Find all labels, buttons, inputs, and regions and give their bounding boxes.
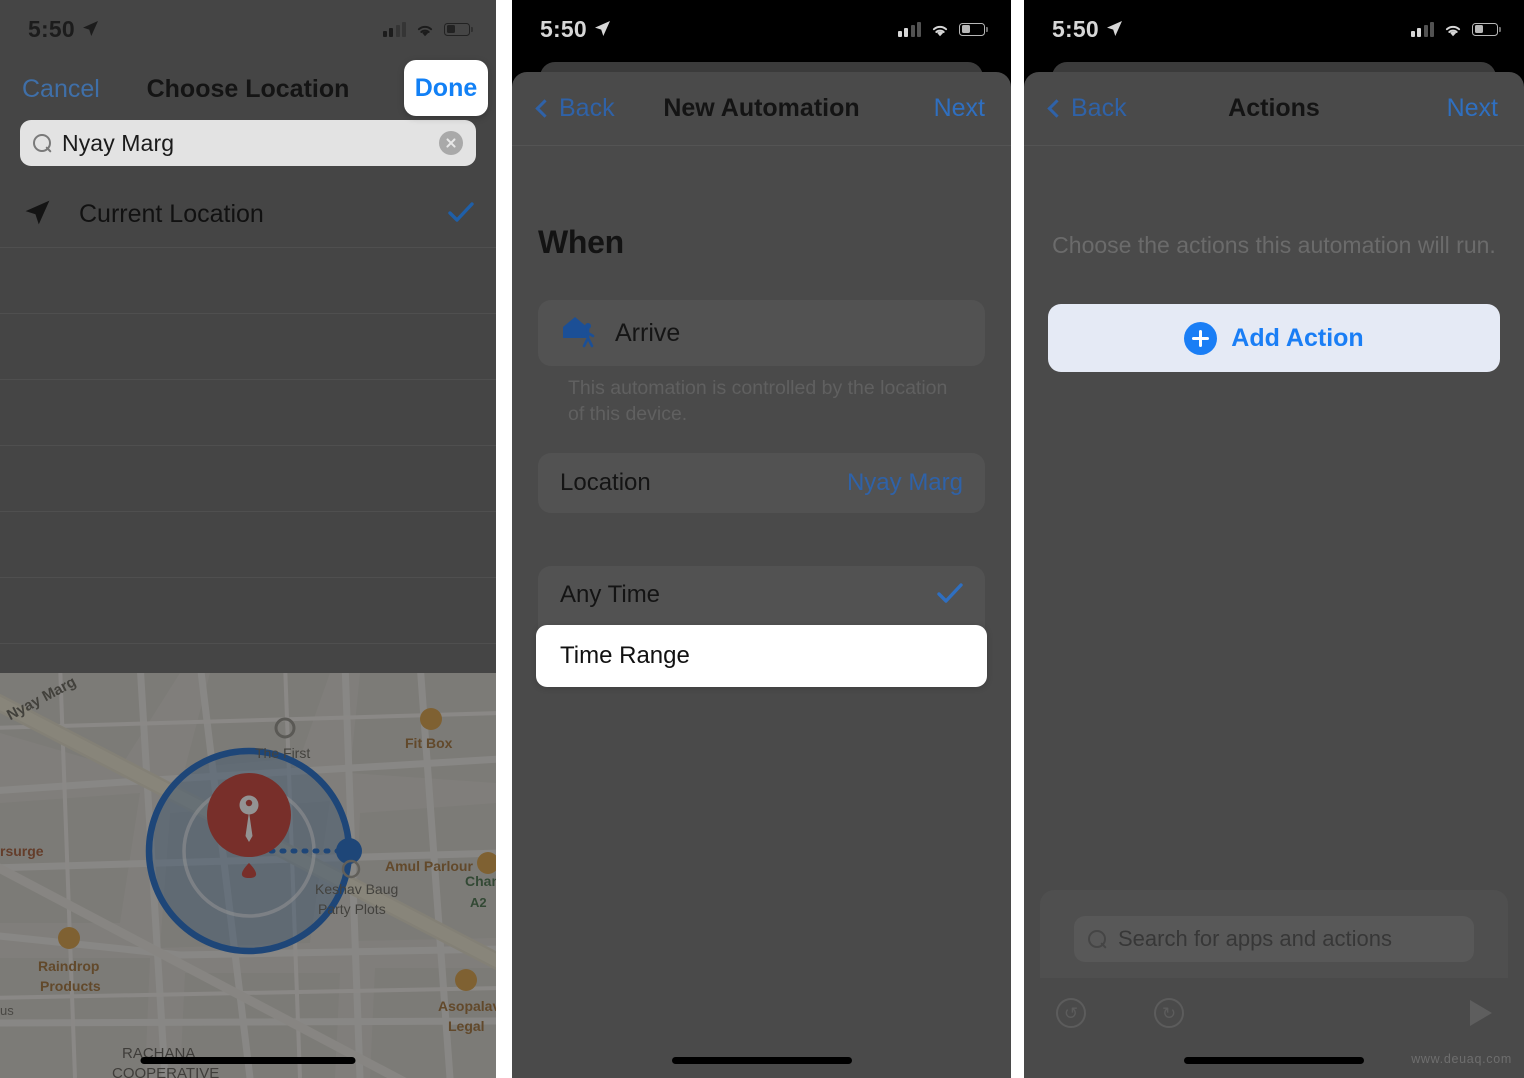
search-input[interactable]: Nyay Marg [20, 120, 476, 166]
wifi-icon [930, 22, 950, 37]
location-row[interactable]: Location Nyay Marg [538, 453, 985, 513]
home-indicator[interactable] [671, 1057, 852, 1064]
editor-toolbar: ↺ ↻ [1040, 982, 1508, 1044]
status-time: 5:50 [540, 15, 587, 42]
next-button[interactable]: Next [1447, 94, 1498, 123]
new-automation-navbar: Back New Automation Next [512, 72, 1011, 146]
list-item[interactable] [0, 578, 496, 644]
list-item[interactable] [0, 512, 496, 578]
done-button[interactable]: Done [415, 74, 478, 103]
location-row-value: Nyay Marg [846, 469, 963, 496]
clear-text-icon[interactable] [439, 131, 463, 155]
status-time: 5:50 [1052, 15, 1099, 42]
chevron-left-icon [1047, 99, 1066, 118]
status-bar: 5:50 [0, 0, 496, 58]
search-input[interactable]: Search for apps and actions [1074, 916, 1474, 962]
undo-icon[interactable]: ↺ [1056, 998, 1086, 1028]
status-bar-time-group: 5:50 [28, 16, 99, 43]
list-item-label: Current Location [79, 200, 264, 228]
house-arrive-icon [560, 313, 598, 354]
option-label: Time Range [560, 642, 690, 669]
checkmark-icon [448, 201, 474, 228]
search-input-value: Nyay Marg [62, 129, 175, 156]
option-time-range-spotlight[interactable]: Time Range [536, 625, 987, 687]
site-watermark: www.deuaq.com [1411, 1052, 1512, 1066]
wifi-icon [1443, 22, 1463, 37]
next-button[interactable]: Next [934, 94, 985, 123]
automation-sheet: Back New Automation Next When Arrive Thi… [512, 72, 1011, 1078]
screenshot-stage: 5:50 Cancel Choose Location Done Nyay Ma [0, 0, 1524, 1078]
panel-new-automation: 5:50 Back New Automation Next When Arriv… [512, 0, 1011, 1078]
cellular-signal-icon [382, 21, 406, 37]
actions-bottom-panel: Search for apps and actions ↺ ↻ [1024, 882, 1524, 1078]
home-indicator[interactable] [1184, 1057, 1364, 1064]
wifi-icon [415, 22, 435, 37]
actions-navbar: Back Actions Next [1024, 72, 1524, 146]
status-bar-indicators [382, 21, 473, 37]
status-bar: 5:50 [512, 0, 1011, 58]
search-icon [1088, 929, 1107, 949]
battery-icon [959, 22, 988, 36]
location-arrow-icon [24, 199, 51, 231]
home-indicator[interactable] [140, 1057, 356, 1064]
back-button-label: Back [1071, 94, 1127, 122]
play-icon[interactable] [1470, 1000, 1492, 1026]
undo-glyph: ↺ [1063, 1003, 1079, 1023]
option-label: Any Time [560, 581, 661, 608]
checkmark-icon [937, 582, 963, 609]
location-arrow-icon [594, 16, 611, 43]
status-time: 5:50 [28, 15, 75, 42]
add-action-label: Add Action [1231, 323, 1364, 352]
list-item[interactable] [0, 314, 496, 380]
list-item[interactable] [0, 248, 496, 314]
option-any-time[interactable]: Any Time [538, 566, 985, 624]
location-row-label: Location [560, 469, 651, 496]
cellular-signal-icon [897, 21, 921, 37]
back-button[interactable]: Back [535, 94, 615, 123]
search-icon [33, 133, 52, 153]
actions-subtitle: Choose the actions this automation will … [1052, 232, 1496, 258]
list-item-current-location[interactable]: Current Location [0, 182, 496, 248]
battery-icon [1472, 22, 1501, 36]
battery-icon [444, 22, 473, 36]
search-card: Search for apps and actions [1040, 890, 1508, 978]
location-arrow-icon [82, 16, 99, 43]
search-placeholder: Search for apps and actions [1118, 926, 1392, 951]
back-button[interactable]: Back [1047, 94, 1127, 123]
redo-glyph: ↻ [1161, 1003, 1177, 1023]
location-results-list: Current Location [0, 182, 496, 710]
back-button-label: Back [559, 94, 615, 122]
panel-actions: 5:50 Back Actions Next Choose the action… [1024, 0, 1524, 1078]
status-bar-indicators [1410, 21, 1501, 37]
plus-circle-icon [1184, 321, 1218, 355]
panel-choose-location: 5:50 Cancel Choose Location Done Nyay Ma [0, 0, 496, 1078]
trigger-label: Arrive [615, 318, 681, 347]
section-heading-when: When [538, 224, 624, 260]
chevron-left-icon [535, 99, 554, 118]
trigger-row-arrive[interactable]: Arrive [538, 300, 985, 366]
map-view[interactable]: Nyay Marg The First Fit Box Amul Parlour Cha… [0, 673, 496, 1078]
status-bar-time-group: 5:50 [1052, 16, 1123, 43]
location-arrow-icon [1106, 16, 1123, 43]
list-item[interactable] [0, 446, 496, 512]
redo-icon[interactable]: ↻ [1154, 998, 1184, 1028]
trigger-note: This automation is controlled by the loc… [568, 377, 948, 425]
add-action-button[interactable]: Add Action [1048, 304, 1500, 372]
map-canvas [0, 673, 496, 1078]
cellular-signal-icon [1410, 21, 1434, 37]
list-item[interactable] [0, 380, 496, 446]
done-button-spotlight: Done [404, 60, 488, 116]
actions-sheet: Back Actions Next Choose the actions thi… [1024, 72, 1524, 1078]
status-bar-time-group: 5:50 [540, 16, 611, 43]
status-bar: 5:50 [1024, 0, 1524, 58]
status-bar-indicators [897, 21, 988, 37]
